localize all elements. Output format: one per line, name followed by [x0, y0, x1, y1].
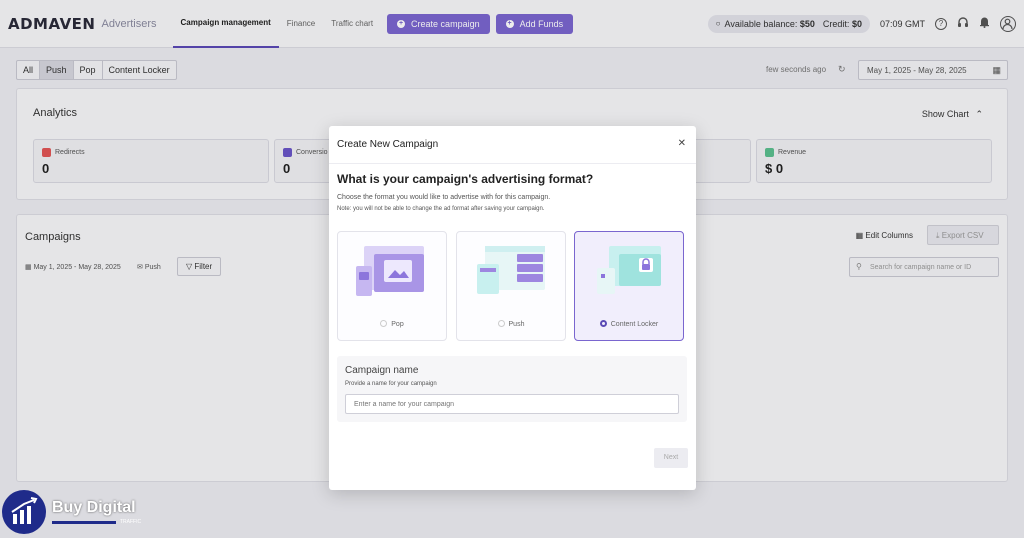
format-option-push[interactable]: Push	[456, 231, 566, 341]
watermark: Buy Digital TRAFFIC	[0, 488, 150, 538]
content-locker-illustration	[597, 246, 661, 294]
watermark-underline	[52, 521, 116, 524]
watermark-text: Buy Digital	[52, 499, 136, 516]
format-description: Choose the format you would like to adve…	[337, 194, 551, 201]
format-option-pop[interactable]: Pop	[337, 231, 447, 341]
campaign-name-input[interactable]	[345, 394, 679, 414]
next-button[interactable]: Next	[654, 448, 688, 468]
push-illustration	[477, 246, 545, 294]
close-icon[interactable]: ✕	[678, 138, 686, 149]
campaign-name-section: Campaign name Provide a name for your ca…	[337, 356, 687, 422]
format-question: What is your campaign's advertising form…	[337, 172, 594, 186]
modal-title: Create New Campaign	[337, 139, 439, 150]
create-campaign-modal: Create New Campaign ✕ What is your campa…	[329, 126, 696, 490]
format-note: Note: you will not be able to change the…	[337, 206, 545, 212]
campaign-name-title: Campaign name	[345, 365, 419, 376]
modal-header: Create New Campaign ✕	[329, 126, 696, 164]
radio-push[interactable]	[497, 320, 505, 327]
watermark-subtext: TRAFFIC	[120, 519, 142, 525]
radio-content-locker[interactable]	[599, 320, 607, 327]
pop-illustration	[356, 246, 424, 296]
watermark-logo	[2, 490, 46, 534]
format-option-content-locker[interactable]: Content Locker	[574, 231, 684, 341]
campaign-name-help: Provide a name for your campaign	[345, 381, 437, 387]
radio-pop[interactable]	[380, 320, 388, 327]
